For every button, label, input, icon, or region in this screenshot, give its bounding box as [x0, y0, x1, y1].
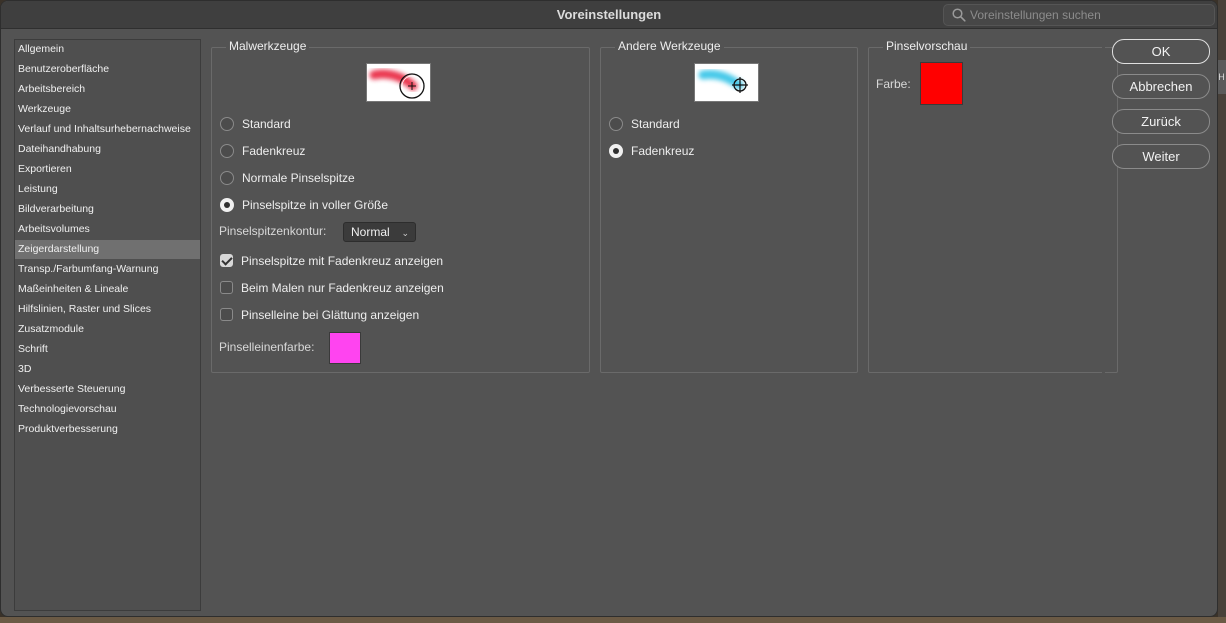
radio-label: Normale Pinselspitze	[242, 171, 355, 185]
brush-preview-color-swatch[interactable]	[920, 62, 963, 105]
sidebar-item-transparenz[interactable]: Transp./Farbumfang-Warnung	[15, 260, 200, 279]
radio-indicator[interactable]	[220, 117, 234, 131]
checkbox-label: Pinselspitze mit Fadenkreuz anzeigen	[241, 254, 444, 268]
panel-pinselvorschau: Pinselvorschau	[868, 39, 1118, 373]
radio-indicator[interactable]	[609, 117, 623, 131]
panel-title-andere: Andere Werkzeuge	[615, 39, 724, 53]
sidebar-item-3d[interactable]: 3D	[15, 360, 200, 379]
search-box[interactable]	[943, 4, 1215, 26]
radio-label: Standard	[242, 117, 291, 131]
titlebar: Voreinstellungen	[1, 1, 1217, 29]
panel-clip	[1102, 41, 1105, 381]
ok-button[interactable]: OK	[1112, 39, 1210, 64]
sidebar-item-produktverbesserung[interactable]: Produktverbesserung	[15, 420, 200, 439]
other-cursor-preview	[694, 63, 759, 102]
kontur-dropdown[interactable]: Normal ⌄	[343, 222, 416, 242]
checkbox-indicator[interactable]	[220, 254, 233, 267]
sidebar-item-verbesserte-steuerung[interactable]: Verbesserte Steuerung	[15, 380, 200, 399]
paint-cursor-preview	[366, 63, 431, 102]
radio-indicator[interactable]	[220, 171, 234, 185]
sidebar-item-werkzeuge[interactable]: Werkzeuge	[15, 100, 200, 119]
radio-label: Pinselspitze in voller Größe	[242, 198, 389, 212]
sidebar-item-technologievorschau[interactable]: Technologievorschau	[15, 400, 200, 419]
sidebar-item-arbeitsbereich[interactable]: Arbeitsbereich	[15, 80, 200, 99]
radio-indicator[interactable]	[220, 198, 234, 212]
checkbox-indicator[interactable]	[220, 281, 233, 294]
sidebar-item-benutzeroberflaeche[interactable]: Benutzeroberfläche	[15, 60, 200, 79]
zurueck-button[interactable]: Zurück	[1112, 109, 1210, 134]
radio-indicator[interactable]	[220, 144, 234, 158]
sidebar-item-zeigerdarstellung[interactable]: Zeigerdarstellung	[15, 240, 200, 259]
category-list: Allgemein Benutzeroberfläche Arbeitsbere…	[14, 39, 201, 611]
sidebar-item-masseinheiten[interactable]: Maßeinheiten & Lineale	[15, 280, 200, 299]
panel-title-malwerkzeuge: Malwerkzeuge	[226, 39, 310, 53]
precise-crosshair-icon	[698, 70, 748, 93]
search-input[interactable]	[970, 6, 1210, 24]
radio-label: Fadenkreuz	[631, 144, 695, 158]
panel-title-pinselvorschau: Pinselvorschau	[883, 39, 971, 53]
background-bottom	[0, 617, 1226, 623]
checkbox-indicator[interactable]	[220, 308, 233, 321]
sidebar-item-dateihandhabung[interactable]: Dateihandhabung	[15, 140, 200, 159]
checkbox-label: Pinselleine bei Glättung anzeigen	[241, 308, 420, 322]
sidebar-item-arbeitsvolumes[interactable]: Arbeitsvolumes	[15, 220, 200, 239]
farbe-label: Farbe:	[876, 77, 911, 91]
sidebar-item-bildverarbeitung[interactable]: Bildverarbeitung	[15, 200, 200, 219]
brush-tip-crosshair-icon	[369, 69, 425, 99]
sidebar-item-leistung[interactable]: Leistung	[15, 180, 200, 199]
leinenfarbe-label: Pinselleinenfarbe:	[219, 340, 315, 354]
edge-tab: H	[1217, 60, 1226, 94]
sidebar-item-exportieren[interactable]: Exportieren	[15, 160, 200, 179]
abbrechen-button[interactable]: Abbrechen	[1112, 74, 1210, 99]
sidebar-item-zusatzmodule[interactable]: Zusatzmodule	[15, 320, 200, 339]
weiter-button[interactable]: Weiter	[1112, 144, 1210, 169]
kontur-value: Normal	[351, 225, 390, 239]
sidebar-item-schrift[interactable]: Schrift	[15, 340, 200, 359]
preferences-dialog: Voreinstellungen Allgemein Benutzeroberf…	[0, 0, 1218, 617]
leinenfarbe-swatch[interactable]	[329, 332, 361, 364]
checkbox-label: Beim Malen nur Fadenkreuz anzeigen	[241, 281, 444, 295]
search-icon	[952, 8, 966, 22]
kontur-label: Pinselspitzenkontur:	[219, 224, 327, 238]
sidebar-item-verlauf[interactable]: Verlauf und Inhaltsurhebernachweise	[15, 120, 200, 139]
radio-label: Standard	[631, 117, 680, 131]
radio-label: Fadenkreuz	[242, 144, 306, 158]
chevron-down-icon: ⌄	[401, 228, 409, 238]
sidebar-item-allgemein[interactable]: Allgemein	[15, 40, 200, 59]
radio-indicator[interactable]	[609, 144, 623, 158]
sidebar-item-hilfslinien[interactable]: Hilfslinien, Raster und Slices	[15, 300, 200, 319]
